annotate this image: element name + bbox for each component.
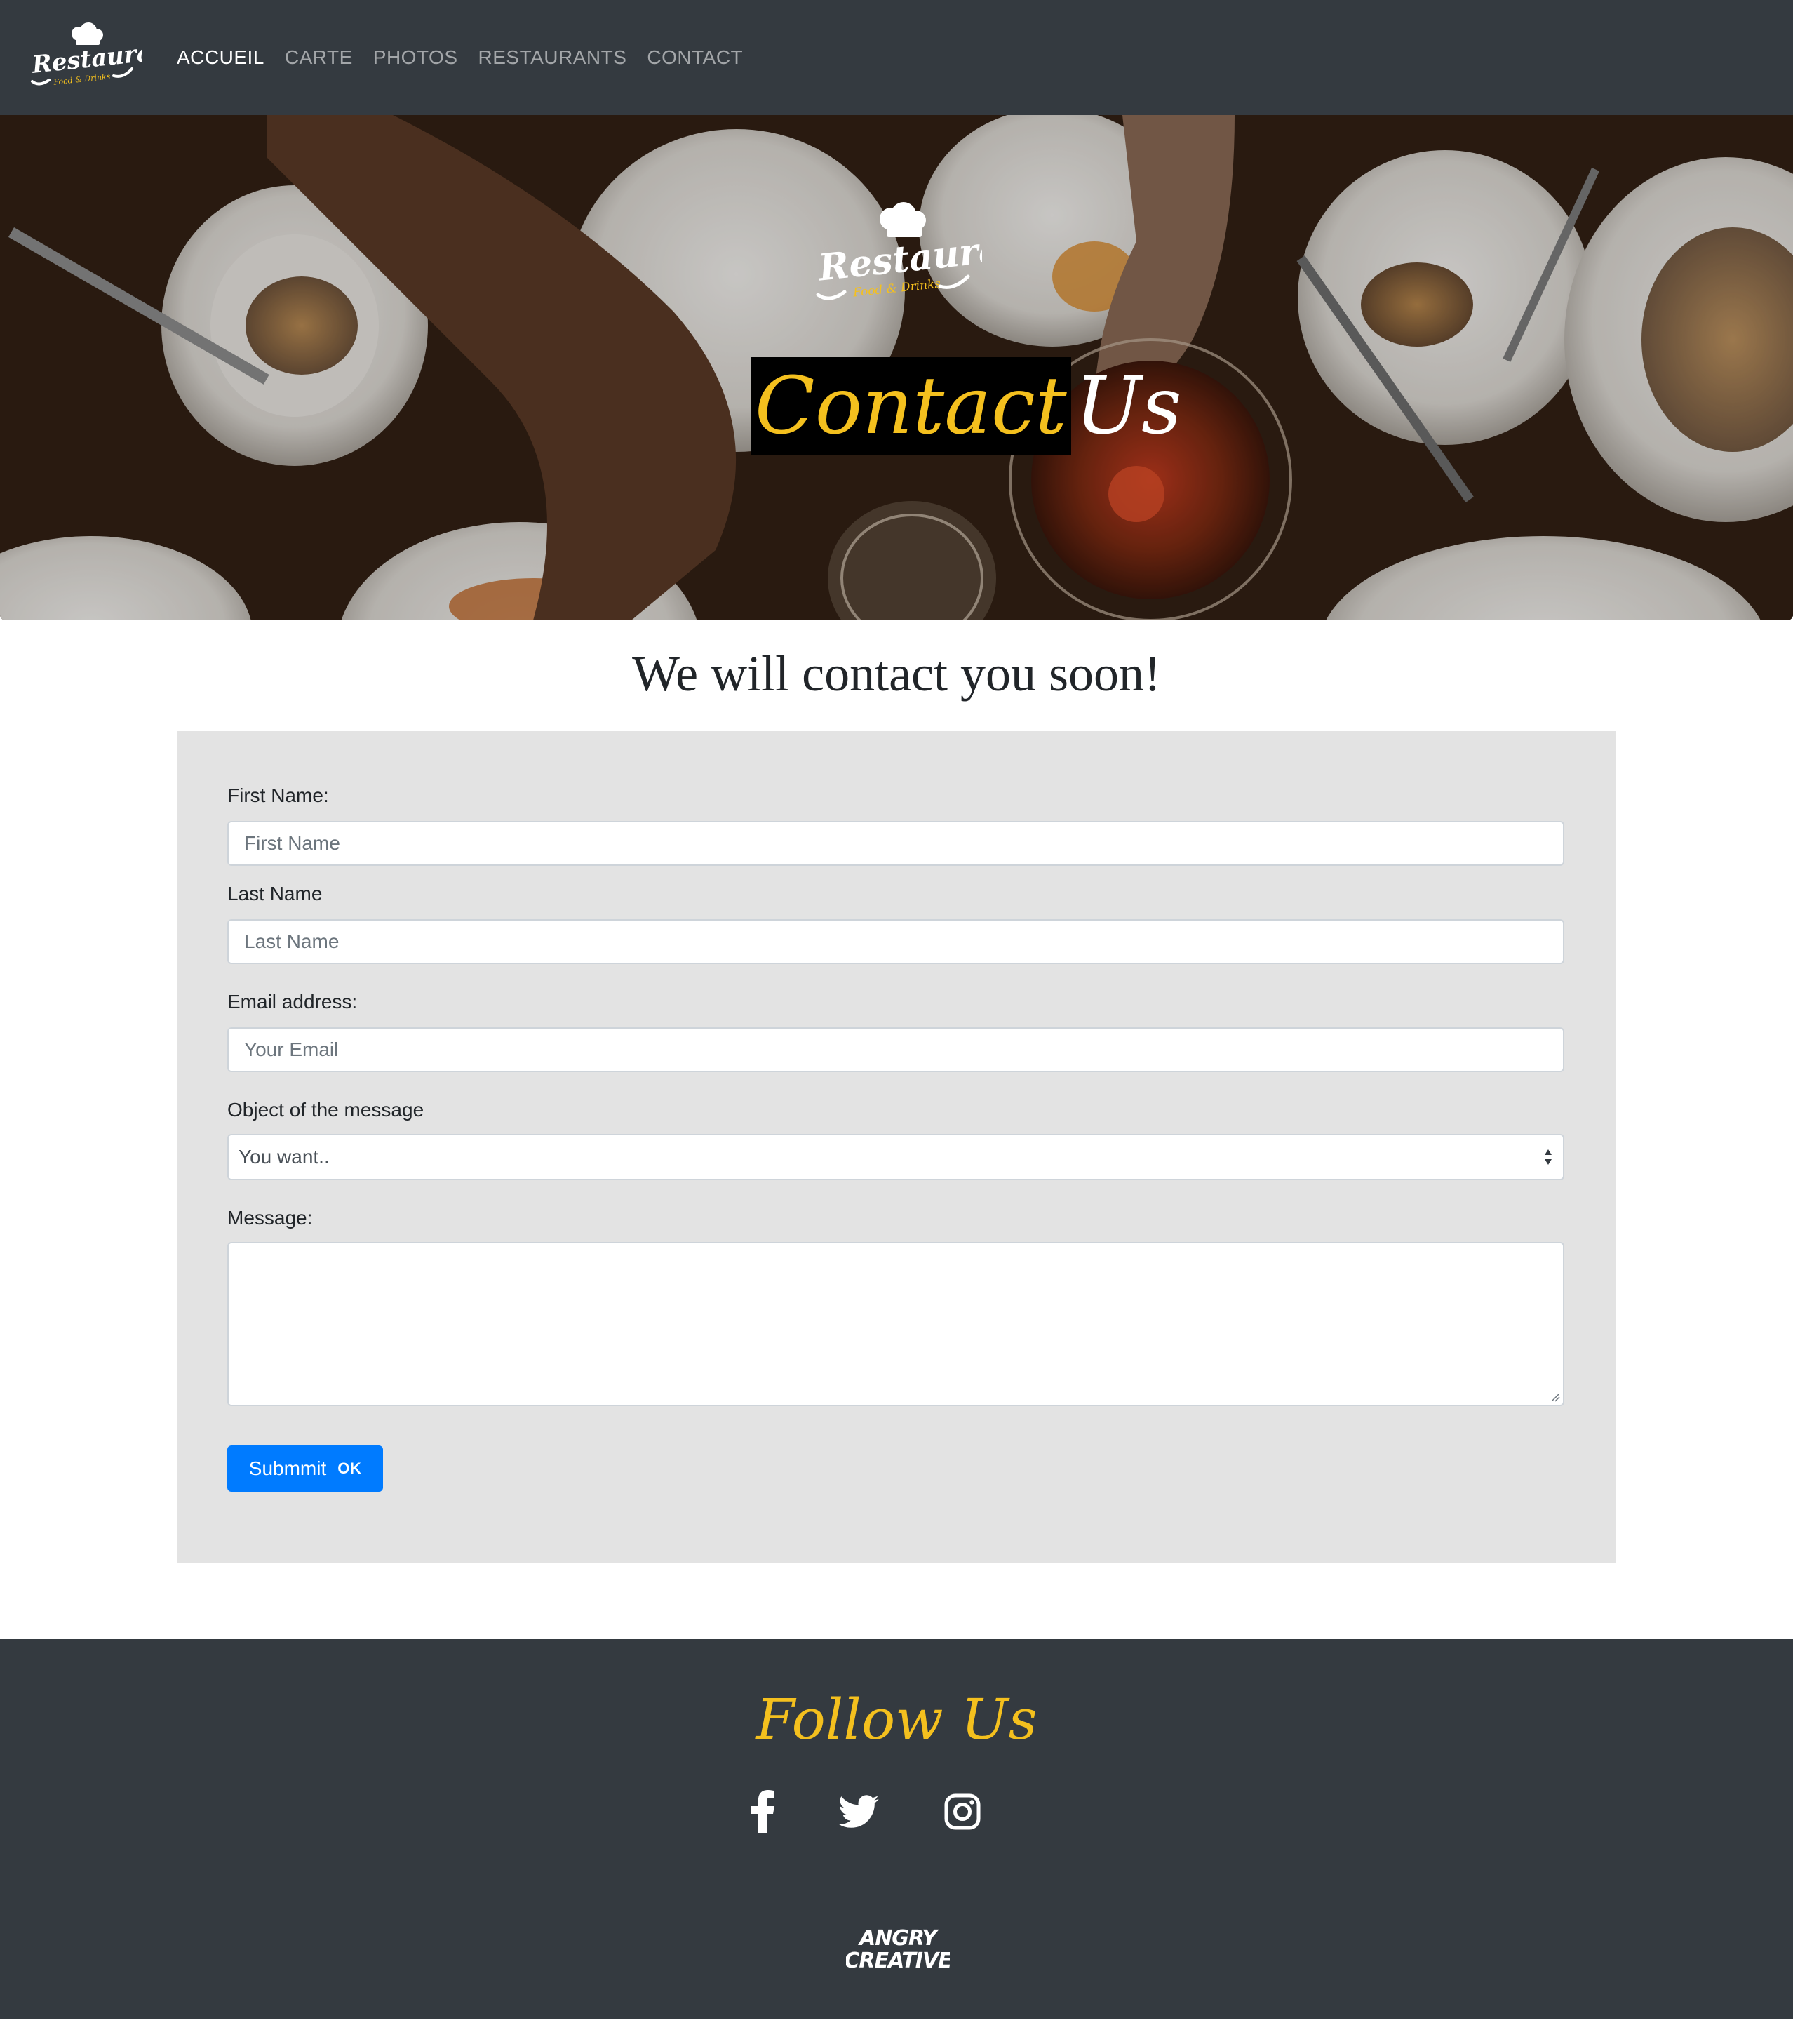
last-name-field[interactable] <box>227 919 1564 964</box>
submit-button-label: Submmit <box>248 1457 327 1479</box>
follow-us-title: Follow Us <box>756 1687 1037 1752</box>
hero-title-rest: Us <box>1075 361 1182 452</box>
twitter-icon <box>838 1795 879 1828</box>
twitter-link[interactable] <box>838 1784 880 1840</box>
facebook-link[interactable] <box>748 1784 779 1840</box>
nav-link-accueil[interactable]: ACCUEIL <box>177 46 264 69</box>
navbar: Restaurant Food & Drinks ACCUEIL CARTE P… <box>0 0 1793 115</box>
svg-text:CREATIVE: CREATIVE <box>846 1949 950 1973</box>
first-name-field[interactable] <box>227 821 1564 866</box>
resize-grip-icon[interactable] <box>1549 1391 1560 1402</box>
footer: Follow Us ANGRY CREATIVE <box>0 1639 1793 2019</box>
object-select-value: You want.. <box>239 1146 330 1168</box>
brand-logo[interactable]: Restaurant Food & Drinks <box>29 21 142 88</box>
submit-ok-badge: OK <box>337 1459 362 1477</box>
message-label: Message: <box>227 1207 313 1229</box>
instagram-icon <box>944 1793 981 1830</box>
hero-banner: Restaurant Food & Drinks Contact Us <box>0 115 1793 620</box>
svg-text:ANGRY: ANGRY <box>858 1926 939 1951</box>
email-label: Email address: <box>227 991 358 1013</box>
hero-logo: Restaurant Food & Drinks <box>814 199 1047 305</box>
facebook-icon <box>751 1790 774 1833</box>
nav-link-contact[interactable]: CONTACT <box>647 46 743 69</box>
instagram-link[interactable] <box>943 1784 982 1840</box>
nav-link-restaurants[interactable]: RESTAURANTS <box>478 46 627 69</box>
submit-button[interactable]: Submmit OK <box>227 1445 383 1492</box>
hero-title-highlight: Contact <box>751 357 1071 455</box>
select-arrows-icon <box>1545 1149 1552 1165</box>
chef-hat-icon: Restaurant Food & Drinks <box>30 22 142 87</box>
message-textarea[interactable] <box>227 1242 1564 1406</box>
nav-link-carte[interactable]: CARTE <box>285 46 353 69</box>
object-label: Object of the message <box>227 1099 424 1121</box>
page-heading: We will contact you soon! <box>631 646 1162 702</box>
object-select[interactable]: You want.. <box>227 1134 1564 1180</box>
last-name-label: Last Name <box>227 883 323 904</box>
first-name-label: First Name: <box>227 784 329 806</box>
angry-creative-logo-icon: ANGRY CREATIVE <box>844 1926 953 1973</box>
angry-creative-logo[interactable]: ANGRY CREATIVE <box>844 1920 953 1976</box>
main-nav: ACCUEIL CARTE PHOTOS RESTAURANTS CONTACT <box>177 0 763 115</box>
hero-title: Contact Us <box>751 357 1182 455</box>
email-field[interactable] <box>227 1027 1564 1072</box>
chef-hat-logo-icon: Restaurant Food & Drinks <box>815 202 1047 300</box>
contact-form: First Name: Last Name Email address: Obj… <box>177 731 1616 1563</box>
nav-link-photos[interactable]: PHOTOS <box>373 46 458 69</box>
